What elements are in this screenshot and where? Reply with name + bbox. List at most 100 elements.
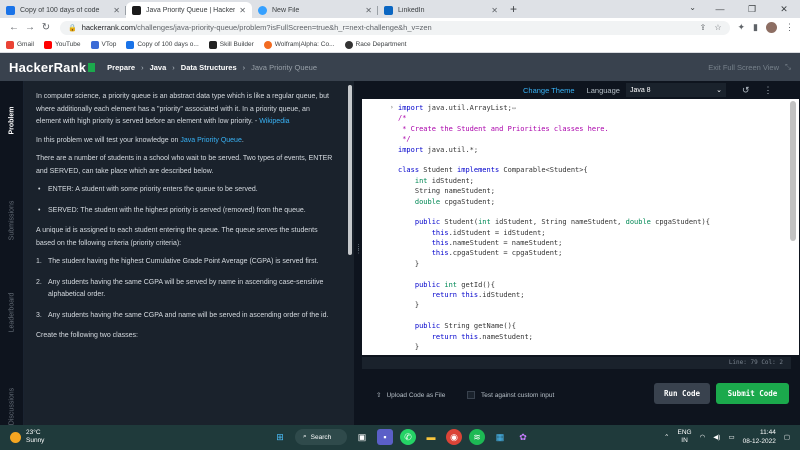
new-tab-button[interactable]: +: [510, 2, 517, 18]
test-text: In this problem we will test your knowle…: [36, 136, 181, 144]
chrome-menu-icon[interactable]: ⋮: [785, 22, 794, 33]
exit-fullscreen-link[interactable]: Exit Full Screen View ⤡: [708, 62, 791, 72]
bookmarks-bar: Gmail YouTube VTop Copy of 100 days o...…: [0, 37, 800, 53]
app-icon[interactable]: ✿: [515, 429, 531, 445]
windows-start-icon[interactable]: ⊞: [272, 429, 288, 445]
editor-scrollbar[interactable]: [787, 99, 799, 355]
minimize-icon[interactable]: —: [704, 4, 736, 14]
clock[interactable]: 11:44 08-12-2022: [743, 428, 776, 446]
whatsapp-icon[interactable]: ✆: [400, 429, 416, 445]
code-line: /*: [398, 114, 407, 123]
language-indicator[interactable]: ENG IN: [678, 429, 692, 445]
code-line: public Student(int idStudent, String nam…: [414, 218, 710, 227]
battery-icon[interactable]: ▭: [728, 433, 734, 441]
back-icon[interactable]: ←: [6, 22, 22, 33]
time: 11:44: [760, 429, 776, 436]
maximize-icon[interactable]: ❐: [736, 4, 768, 15]
store-icon[interactable]: ▦: [492, 429, 508, 445]
search-icon: ⌕: [303, 433, 307, 440]
forward-icon[interactable]: →: [22, 22, 38, 33]
events-paragraph: There are a number of students in a scho…: [36, 155, 333, 175]
item-number: 2.: [36, 278, 42, 286]
bookmark-vtop[interactable]: VTop: [90, 40, 116, 49]
wikipedia-link[interactable]: Wikipedia: [259, 118, 289, 125]
close-tab-icon[interactable]: ✕: [491, 6, 498, 15]
list-item: SERVED: The student with the highest pri…: [36, 205, 336, 218]
extensions-icon[interactable]: ✦: [738, 22, 746, 33]
java-priority-queue-link[interactable]: Java Priority Queue: [180, 137, 241, 144]
run-code-button[interactable]: Run Code: [654, 383, 710, 404]
close-tab-icon[interactable]: ✕: [365, 6, 372, 15]
code-line: import java.util.*;: [398, 145, 479, 154]
breadcrumb-java[interactable]: Java: [150, 63, 167, 72]
custom-input-toggle[interactable]: Test against custom input: [467, 391, 554, 399]
code-line: }: [398, 342, 420, 351]
bookmark-star-icon[interactable]: ☆: [714, 23, 721, 32]
upload-icon: ⇧: [376, 392, 382, 399]
url-input[interactable]: 🔒 hackerrank.com/challenges/java-priorit…: [60, 20, 730, 35]
fold-arrow-icon[interactable]: ›: [390, 103, 394, 113]
wifi-icon[interactable]: ◠: [700, 433, 706, 441]
upload-code-button[interactable]: ⇧ Upload Code as File: [376, 391, 445, 400]
close-window-icon[interactable]: ✕: [768, 4, 800, 15]
code-line: double cpgaStudent;: [414, 197, 495, 206]
taskbar-search[interactable]: ⌕ Search: [295, 429, 347, 445]
browser-tab[interactable]: New File ✕: [252, 2, 378, 18]
bookmark-wolfram[interactable]: Wolfram|Alpha: Co...: [263, 40, 335, 49]
code-content[interactable]: › import java.util.ArrayList;↔ /* * Creat…: [390, 103, 783, 352]
tab-title: Java Priority Queue | HackerRank: [146, 6, 236, 14]
editor-actions: ⇧ Upload Code as File Test against custom…: [360, 369, 800, 425]
problem-scrollbar[interactable]: [346, 81, 354, 425]
item-number: 3.: [36, 311, 42, 319]
task-view-icon[interactable]: ▣: [354, 429, 370, 445]
profile-avatar[interactable]: [766, 22, 777, 33]
close-tab-icon[interactable]: ✕: [239, 6, 246, 15]
drag-handle-icon[interactable]: ⋮ ⋮: [355, 244, 362, 255]
file-explorer-icon[interactable]: ▬: [423, 429, 439, 445]
problem-statement: In computer science, a priority queue is…: [24, 81, 346, 425]
share-icon[interactable]: ⇪: [700, 23, 707, 32]
scrollbar-thumb[interactable]: [790, 101, 796, 241]
bookmark-skill-builder[interactable]: Skill Builder: [208, 40, 254, 49]
teams-chat-icon[interactable]: ▪: [377, 429, 393, 445]
bookmark-gmail[interactable]: Gmail: [6, 40, 34, 49]
browser-tab[interactable]: LinkedIn ✕: [378, 2, 504, 18]
spotify-icon[interactable]: ≋: [469, 429, 485, 445]
temperature: 23°C: [26, 429, 41, 436]
breadcrumb-prepare[interactable]: Prepare: [107, 63, 135, 72]
scrollbar-thumb[interactable]: [348, 85, 352, 255]
bookmark-race-department[interactable]: Race Department: [344, 40, 406, 49]
bookmark-youtube[interactable]: YouTube: [43, 40, 81, 49]
list-item: 2. Any students having the same CGPA will…: [36, 277, 336, 302]
custom-input-checkbox[interactable]: [467, 391, 475, 399]
tab-title: New File: [272, 6, 300, 14]
lock-icon[interactable]: 🔒: [68, 24, 77, 32]
sidebar-icon[interactable]: ▮: [753, 22, 758, 33]
side-tabs: Problem Submissions Leaderboard Discussi…: [0, 81, 24, 425]
code-editor[interactable]: › import java.util.ArrayList;↔ /* * Creat…: [362, 99, 787, 355]
reset-code-icon[interactable]: ↺: [742, 85, 750, 96]
code-line: this.idStudent = idStudent;: [431, 228, 546, 237]
chevron-down-icon: ⌄: [716, 87, 722, 94]
submit-code-button[interactable]: Submit Code: [716, 383, 789, 404]
language-select[interactable]: Java 8 ⌄: [625, 83, 726, 97]
notification-icon[interactable]: ▢: [784, 433, 790, 441]
browser-tab-active[interactable]: Java Priority Queue | HackerRank ✕: [126, 2, 252, 18]
code-line: this.cpgaStudent = cpgaStudent;: [431, 249, 563, 258]
bookmark-copy-100-days[interactable]: Copy of 100 days o...: [126, 40, 199, 49]
close-tab-icon[interactable]: ✕: [113, 6, 120, 15]
tab-search-icon[interactable]: ⌄: [689, 3, 696, 12]
chevron-up-icon[interactable]: ⌃: [664, 433, 669, 441]
breadcrumb-data-structures[interactable]: Data Structures: [181, 63, 237, 72]
reload-icon[interactable]: ↻: [38, 22, 54, 33]
browser-tab[interactable]: Copy of 100 days of code ✕: [0, 2, 126, 18]
change-theme-link[interactable]: Change Theme: [523, 86, 575, 95]
code-line: public String getName(){: [414, 322, 517, 331]
settings-menu-icon[interactable]: ⋮: [763, 85, 772, 96]
chrome-icon[interactable]: ◉: [446, 429, 462, 445]
taskbar-apps: ⊞ ⌕ Search ▣ ▪ ✆ ▬ ◉ ≋ ▦ ✿: [272, 429, 531, 445]
weather-widget[interactable]: 23°C Sunny: [10, 429, 44, 445]
url-path: /challenges/java-priority-queue/problem?…: [135, 23, 432, 32]
volume-icon[interactable]: ◀): [713, 433, 720, 441]
hackerrank-logo[interactable]: HackerRank: [9, 60, 96, 75]
